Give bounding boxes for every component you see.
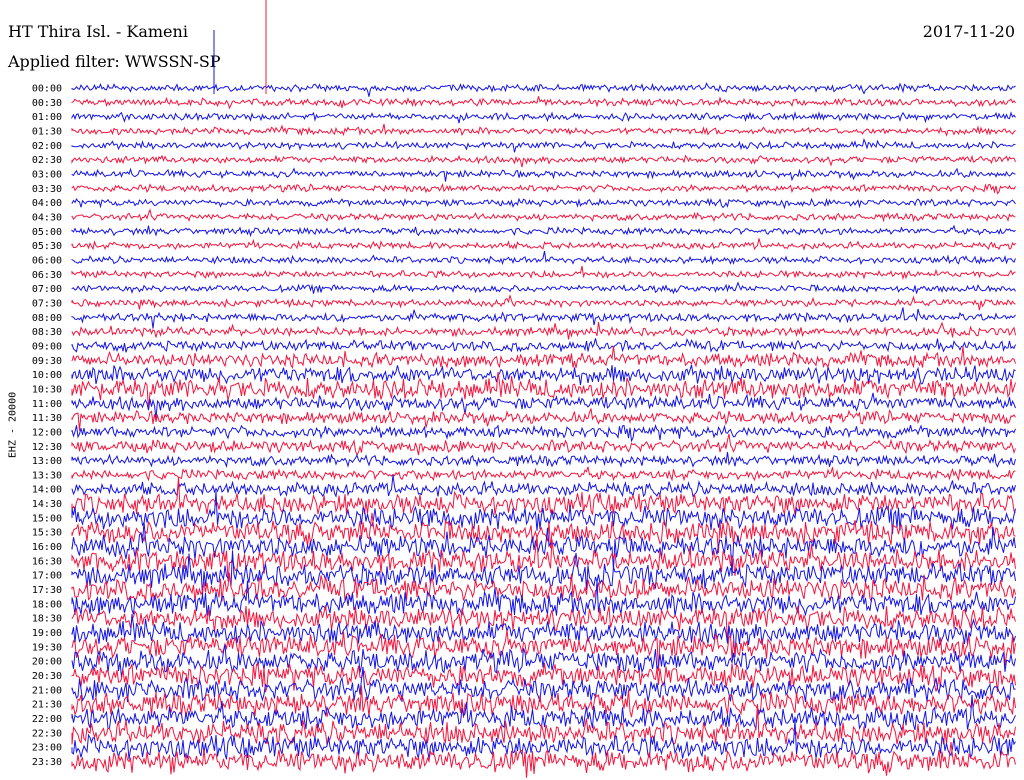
trace-0830 [71,321,1016,340]
time-tick: 08:00 [32,313,62,324]
time-tick: 07:00 [32,284,62,295]
time-tick: 12:00 [32,427,62,438]
seismogram-page: HT Thira Isl. - Kameni 2017-11-20 Applie… [0,0,1024,780]
time-tick: 06:30 [32,270,62,281]
trace-0200 [71,138,1016,153]
time-tick: 00:00 [32,84,62,95]
time-tick: 05:00 [32,227,62,238]
trace-1500 [71,491,1016,535]
time-tick: 21:00 [32,685,62,696]
time-tick: 09:30 [32,356,62,367]
time-tick: 19:00 [32,628,62,639]
time-tick: 03:30 [32,184,62,195]
time-tick: 14:30 [32,499,62,510]
trace-0930 [71,345,1016,370]
time-tick: 04:30 [32,213,62,224]
time-tick: 20:00 [32,657,62,668]
time-tick: 08:30 [32,327,62,338]
trace-0130 [71,123,1016,137]
trace-1200 [71,423,1016,443]
trace-0900 [71,337,1016,353]
time-tick: 23:00 [32,743,62,754]
trace-0300 [71,167,1016,182]
trace-0600 [71,250,1016,266]
trace-1430 [71,476,1016,515]
trace-0030 [71,96,1016,110]
trace-1800 [71,580,1016,617]
trace-1600 [71,521,1016,576]
trace-0530 [71,238,1016,251]
time-tick: 16:30 [32,556,62,567]
time-tick: 17:30 [32,585,62,596]
time-tick: 17:00 [32,571,62,582]
time-tick: 13:30 [32,470,62,481]
time-tick: 22:30 [32,728,62,739]
helicorder-plot: 00:00 00:30 01:00 01:30 02:00 02:30 03:00 03:30… [32,0,1016,778]
time-tick: 09:00 [32,341,62,352]
time-tick: 01:00 [32,112,62,123]
trace-0800 [71,307,1016,329]
trace-1130 [71,408,1016,431]
time-tick: 23:30 [32,757,62,768]
time-tick: 10:00 [32,370,62,381]
trace-1700 [71,550,1016,596]
trace-1000 [71,364,1016,386]
time-tick: 01:30 [32,127,62,138]
trace-layer [71,0,1016,778]
time-tick: 03:00 [32,170,62,181]
trace-1400 [71,474,1016,499]
time-tick: 04:00 [32,198,62,209]
time-tick: 16:00 [32,542,62,553]
time-tick: 22:00 [32,714,62,725]
time-tick: 11:30 [32,413,62,424]
trace-0730 [71,295,1016,311]
time-tick: 00:30 [32,98,62,109]
time-tick: 02:30 [32,155,62,166]
time-axis: 00:00 00:30 01:00 01:30 02:00 02:30 03:00 03:30… [32,84,62,769]
time-tick: 10:30 [32,384,62,395]
time-tick: 18:00 [32,599,62,610]
trace-0430 [71,208,1016,223]
trace-1330 [71,466,1016,482]
trace-0500 [71,224,1016,238]
time-tick: 15:30 [32,528,62,539]
time-tick: 07:30 [32,298,62,309]
trace-0330 [71,182,1016,195]
trace-0400 [71,197,1016,210]
time-tick: 15:00 [32,513,62,524]
time-tick: 20:30 [32,671,62,682]
time-tick: 13:00 [32,456,62,467]
time-tick: 14:00 [32,485,62,496]
time-tick: 02:00 [32,141,62,152]
time-tick: 18:30 [32,614,62,625]
trace-1300 [71,451,1016,468]
time-tick: 19:30 [32,642,62,653]
trace-1230 [71,433,1016,456]
time-tick: 06:00 [32,256,62,267]
time-tick: 21:30 [32,700,62,711]
trace-1830 [71,605,1016,641]
time-tick: 11:00 [32,399,62,410]
time-tick: 05:30 [32,241,62,252]
time-tick: 12:30 [32,442,62,453]
trace-0630 [71,265,1016,281]
trace-0700 [71,281,1016,295]
trace-0230 [71,154,1016,168]
trace-0100 [71,111,1016,124]
